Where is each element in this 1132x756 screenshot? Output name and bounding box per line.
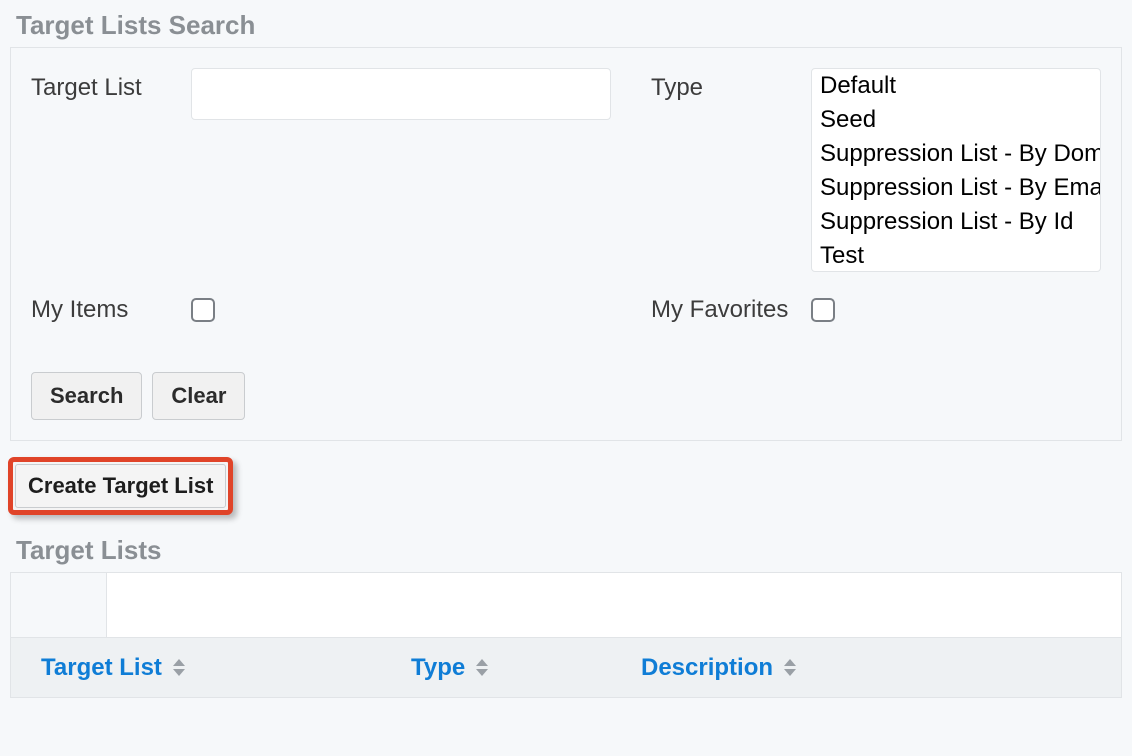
col-header-type-label: Type xyxy=(411,654,465,682)
list-toolbar xyxy=(10,572,1122,638)
col-header-target-list[interactable]: Target List xyxy=(41,654,411,682)
my-favorites-checkbox[interactable] xyxy=(811,298,835,322)
type-option[interactable]: Test xyxy=(812,239,1100,272)
type-option[interactable]: Suppression List - By Email xyxy=(812,171,1100,205)
sort-icon xyxy=(172,659,186,676)
create-target-list-highlight: Create Target List xyxy=(8,457,233,515)
search-row-1: Target List Type DefaultSeedSuppression … xyxy=(31,68,1101,272)
target-list-input[interactable] xyxy=(191,68,611,120)
my-items-label: My Items xyxy=(31,296,191,324)
type-option[interactable]: Suppression List - By Domain xyxy=(812,137,1100,171)
list-section-title: Target Lists xyxy=(0,525,1132,572)
type-option[interactable]: Default xyxy=(812,69,1100,103)
list-header-row: Target List Type Description xyxy=(10,638,1122,698)
list-toolbar-right xyxy=(107,573,1121,637)
type-option[interactable]: Suppression List - By Id xyxy=(812,205,1100,239)
list-toolbar-left xyxy=(11,573,107,637)
target-list-label: Target List xyxy=(31,68,191,102)
sort-icon xyxy=(783,659,797,676)
type-option[interactable]: Seed xyxy=(812,103,1100,137)
list-area: Target List Type Description xyxy=(10,572,1122,698)
my-favorites-label: My Favorites xyxy=(651,296,811,324)
col-header-type[interactable]: Type xyxy=(411,654,641,682)
search-panel: Target List Type DefaultSeedSuppression … xyxy=(10,47,1122,441)
col-header-description[interactable]: Description xyxy=(641,654,1121,682)
col-header-description-label: Description xyxy=(641,654,773,682)
sort-icon xyxy=(475,659,489,676)
search-section-title: Target Lists Search xyxy=(0,0,1132,47)
type-select[interactable]: DefaultSeedSuppression List - By DomainS… xyxy=(811,68,1101,272)
create-target-list-button[interactable]: Create Target List xyxy=(15,464,226,508)
search-button[interactable]: Search xyxy=(31,372,142,420)
search-button-row: Search Clear xyxy=(31,372,1101,420)
type-label: Type xyxy=(651,68,811,102)
col-header-target-list-label: Target List xyxy=(41,654,162,682)
checkbox-row: My Items My Favorites xyxy=(31,296,1101,324)
my-items-checkbox[interactable] xyxy=(191,298,215,322)
clear-button[interactable]: Clear xyxy=(152,372,245,420)
